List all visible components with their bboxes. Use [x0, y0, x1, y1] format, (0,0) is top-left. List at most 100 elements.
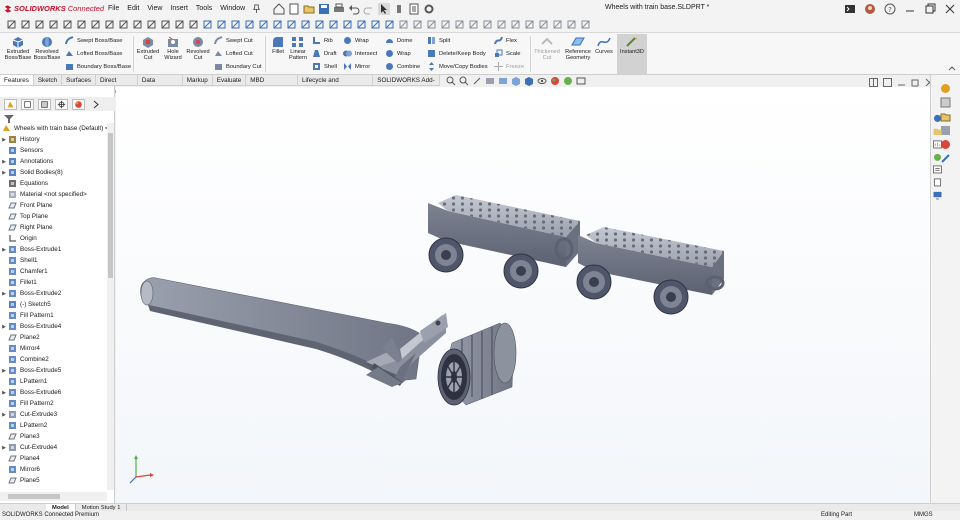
display-relations-icon[interactable] — [160, 19, 171, 30]
project-icon[interactable] — [524, 19, 535, 30]
composite-icon[interactable] — [552, 19, 563, 30]
wheel-hub-part[interactable] — [437, 322, 517, 406]
color-icon[interactable] — [932, 153, 943, 162]
sweep-icon[interactable] — [286, 19, 297, 30]
select-icon[interactable] — [378, 2, 391, 15]
tab-features[interactable]: Features — [0, 75, 34, 85]
quick-snaps-icon[interactable] — [188, 19, 199, 30]
scroll-thumb[interactable] — [108, 133, 113, 278]
filter-icon[interactable] — [4, 115, 14, 123]
tree-item-plane[interactable]: Top Plane — [0, 211, 48, 222]
expand-arrow-icon[interactable]: ▶ — [0, 159, 8, 165]
undo-icon[interactable] — [348, 3, 360, 15]
lofted-cut-button[interactable]: Lofted Cut — [214, 48, 253, 59]
move-entities-icon[interactable] — [146, 19, 157, 30]
tree-item-sensor[interactable]: Sensors — [0, 145, 43, 156]
revolved-cut-button[interactable]: Revolved Cut — [186, 36, 210, 62]
tree-item-solid-bodies[interactable]: ▶ Solid Bodies(8) — [0, 167, 63, 178]
display-manager-tab-icon[interactable] — [72, 98, 85, 110]
xyz-curve-icon[interactable] — [580, 19, 591, 30]
rectangle-icon[interactable] — [34, 19, 45, 30]
view-orientation-icon[interactable] — [511, 76, 521, 86]
tab-sketch[interactable]: Sketch — [34, 75, 63, 85]
delete-keep-body-button[interactable]: Delete/Keep Body — [427, 48, 486, 59]
extruded-boss-button[interactable]: Extruded Boss/Base — [4, 36, 32, 62]
solidworks-resources-icon[interactable] — [940, 83, 951, 94]
help-icon[interactable]: ? — [884, 3, 896, 15]
print-icon[interactable] — [333, 3, 345, 15]
tree-item-annotation[interactable]: ▶ Annotations — [0, 156, 53, 167]
tab-mbd-dimensions[interactable]: MBD Dimensions — [246, 75, 298, 95]
command-prompt-icon[interactable] — [844, 3, 856, 15]
menu-edit[interactable]: Edit — [123, 0, 143, 17]
draft-icon[interactable] — [370, 19, 381, 30]
rib-icon[interactable] — [342, 19, 353, 30]
expand-arrow-icon[interactable]: ▶ — [0, 390, 8, 396]
tree-item-material[interactable]: Material <not specified> — [0, 189, 87, 200]
options-gear-icon[interactable] — [423, 3, 435, 15]
tree-item-sketch[interactable]: (-) Sketch5 — [0, 299, 51, 310]
display-style-icon[interactable] — [524, 76, 534, 86]
spline-icon[interactable] — [76, 19, 87, 30]
wrap-button[interactable]: Wrap — [343, 35, 369, 46]
shell-button[interactable]: Shell — [312, 61, 337, 72]
split-view-icon[interactable] — [869, 78, 878, 87]
dimxpert-tab-icon[interactable] — [55, 98, 68, 110]
tree-item-plane[interactable]: Plane5 — [0, 475, 40, 486]
open-folder-icon[interactable] — [303, 3, 315, 15]
tab-data-migration[interactable]: Data Migration — [138, 75, 183, 95]
freeze-button[interactable]: Freeze — [494, 61, 524, 72]
tree-vertical-scrollbar[interactable] — [107, 123, 114, 490]
save-icon[interactable] — [318, 3, 330, 15]
mirror-button[interactable]: Mirror — [343, 61, 370, 72]
helix-icon[interactable] — [538, 19, 549, 30]
curves-button[interactable]: Curves — [593, 36, 615, 55]
boundary-cut-button[interactable]: Boundary Cut — [214, 61, 261, 72]
rapid-sketch-icon[interactable] — [202, 19, 213, 30]
tree-item-extrude[interactable]: ▶ Boss-Extrude6 — [0, 387, 61, 398]
boundary-boss-button[interactable]: Boundary Boss/Base — [65, 61, 131, 72]
tree-item-pattern[interactable]: LPattern1 — [0, 376, 47, 387]
list-icon[interactable] — [932, 165, 943, 174]
expand-arrow-icon[interactable]: ▶ — [0, 170, 8, 176]
expand-arrow-icon[interactable]: ▶ — [0, 324, 8, 330]
swept-boss-button[interactable]: Swept Boss/Base — [65, 35, 122, 46]
tree-item-extrude[interactable]: ▶ Boss-Extrude4 — [0, 321, 61, 332]
plane-icon[interactable] — [440, 19, 451, 30]
revolve-icon[interactable] — [272, 19, 283, 30]
linear-sketch-pattern-icon[interactable] — [132, 19, 143, 30]
menu-tools[interactable]: Tools — [192, 0, 216, 17]
point-icon[interactable] — [468, 19, 479, 30]
graphics-area[interactable] — [116, 87, 930, 503]
linear-pattern-button[interactable]: Linear Pattern — [287, 36, 309, 62]
lofted-boss-button[interactable]: Lofted Boss/Base — [65, 48, 122, 59]
circle-icon[interactable] — [48, 19, 59, 30]
expand-arrow-icon[interactable]: ▶ — [0, 445, 8, 451]
tree-item-extrude[interactable]: ▶ Boss-Extrude5 — [0, 365, 61, 376]
previous-view-icon[interactable] — [472, 76, 482, 86]
line-icon[interactable] — [20, 19, 31, 30]
trim-icon[interactable] — [90, 19, 101, 30]
expand-arrow-icon[interactable]: ▶ — [0, 368, 8, 374]
tab-model[interactable]: Model — [46, 504, 76, 511]
tree-item-origin[interactable]: Origin — [0, 233, 37, 244]
mirror-icon[interactable] — [412, 19, 423, 30]
expand-arrow-icon[interactable]: ▶ — [0, 247, 8, 253]
tree-item-pattern[interactable]: LPattern2 — [0, 420, 47, 431]
tree-item-cut[interactable]: ▶ Cut-Extrude3 — [0, 409, 57, 420]
dynamic-annotation-icon[interactable] — [498, 76, 508, 86]
tree-item-plane[interactable]: Plane3 — [0, 431, 40, 442]
arc-icon[interactable] — [62, 19, 73, 30]
train-car-left[interactable] — [428, 195, 580, 289]
status-units[interactable]: MMGS — [914, 511, 933, 520]
tab-addins[interactable]: SOLIDWORKS Add-Ins — [373, 75, 440, 95]
smart-dimension-icon[interactable] — [6, 19, 17, 30]
property-manager-tab-icon[interactable] — [21, 98, 34, 110]
tree-item-extrude[interactable]: ▶ Boss-Extrude1 — [0, 244, 61, 255]
wrap2-button[interactable]: Wrap — [385, 48, 411, 59]
menu-insert[interactable]: Insert — [166, 0, 192, 17]
tree-item-history[interactable]: ▶ History — [0, 134, 40, 145]
world-icon[interactable] — [932, 114, 943, 123]
instant3d-button[interactable]: Instant3D — [617, 34, 647, 74]
expand-arrow-icon[interactable]: ▶ — [0, 291, 8, 297]
